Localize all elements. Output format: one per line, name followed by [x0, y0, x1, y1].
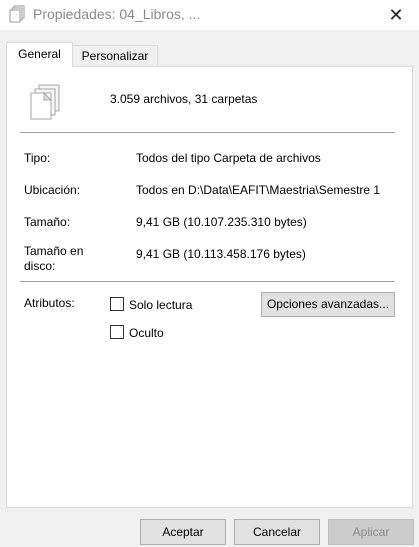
attributes-label: Atributos: — [24, 296, 75, 310]
size-label: Tamaño: — [24, 215, 71, 229]
size-on-disk-value: 9,41 GB (10.113.458.176 bytes) — [136, 247, 306, 261]
location-label: Ubicación: — [24, 183, 81, 197]
size-value: 9,41 GB (10.107.235.310 bytes) — [136, 215, 307, 229]
type-value: Todos del tipo Carpeta de archivos — [136, 151, 321, 165]
general-panel: 3.059 archivos, 31 carpetas Tipo: Todos … — [6, 66, 413, 508]
size-on-disk-label: Tamaño en disco: — [24, 244, 84, 273]
folder-files-icon — [30, 84, 60, 120]
folder-files-icon — [9, 5, 25, 23]
hidden-label[interactable]: Oculto — [129, 326, 164, 340]
hidden-checkbox[interactable] — [110, 325, 124, 339]
window-title: Propiedades: 04_Libros, ... — [33, 6, 201, 22]
accept-button[interactable]: Aceptar — [140, 519, 226, 545]
divider — [20, 281, 395, 282]
tab-personalizar[interactable]: Personalizar — [73, 45, 158, 67]
close-button[interactable]: ✕ — [373, 0, 419, 30]
tab-general[interactable]: General — [6, 42, 73, 67]
cancel-button[interactable]: Cancelar — [234, 519, 320, 545]
close-icon: ✕ — [388, 4, 404, 25]
location-value: Todos en D:\Data\EAFIT\Maestria\Semestre… — [136, 183, 381, 197]
readonly-checkbox[interactable] — [110, 297, 124, 311]
divider — [20, 132, 395, 133]
type-label: Tipo: — [24, 151, 51, 165]
title-bar: Propiedades: 04_Libros, ... ✕ — [0, 0, 419, 30]
advanced-options-button[interactable]: Opciones avanzadas... — [261, 292, 395, 317]
apply-button[interactable]: Aplicar — [328, 519, 414, 545]
items-summary: 3.059 archivos, 31 carpetas — [110, 92, 258, 106]
readonly-label[interactable]: Solo lectura — [129, 298, 192, 312]
